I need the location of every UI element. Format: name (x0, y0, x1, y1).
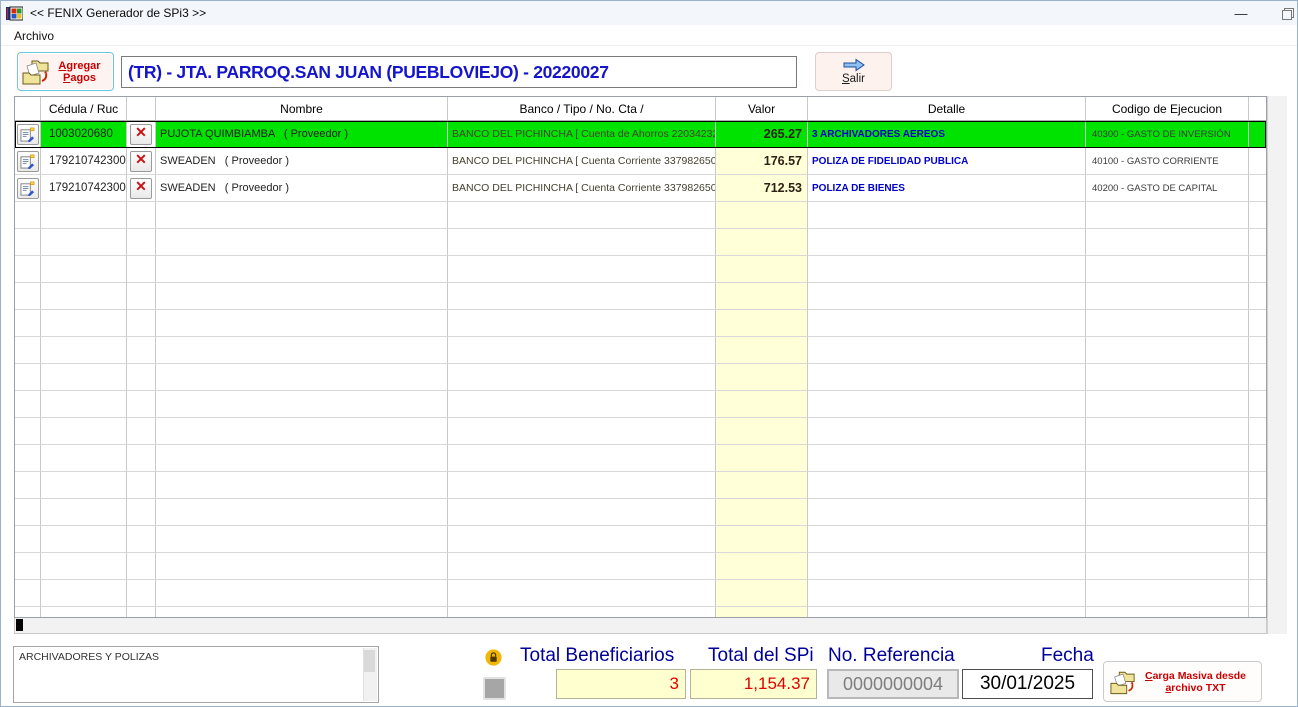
edit-form-icon (20, 181, 35, 196)
header-cedula: Cédula / Ruc (41, 97, 127, 121)
empty-row (15, 283, 1266, 310)
cell-banco: BANCO DEL PICHINCHA [ Cuenta de Ahorros … (448, 121, 716, 148)
total-spi-value: 1,154.37 (690, 669, 817, 699)
salir-label: Salir (841, 73, 865, 85)
edit-form-icon (20, 127, 35, 142)
cell-nombre: SWEADEN ( Proveedor ) (156, 148, 448, 175)
cell-nombre: PUJOTA QUIMBIAMBA ( Proveedor ) (156, 121, 448, 148)
cell-valor: 176.57 (716, 148, 808, 175)
table-row[interactable]: 1792107423001 ✕ SWEADEN ( Proveedor ) BA… (15, 175, 1266, 202)
cell-detalle: POLIZA DE BIENES (808, 175, 1086, 202)
empty-row (15, 337, 1266, 364)
empty-row (15, 202, 1266, 229)
payments-table: Cédula / Ruc Nombre Banco / Tipo / No. C… (14, 96, 1267, 618)
total-beneficiarios-label: Total Beneficiarios (520, 645, 675, 666)
app-icon (6, 6, 23, 20)
cell-banco: BANCO DEL PICHINCHA [ Cuenta Corriente 3… (448, 175, 716, 202)
carga-masiva-label: Carga Masiva desde archivo TXT (1145, 669, 1246, 694)
edit-row-button[interactable] (16, 150, 39, 172)
table-header-row: Cédula / Ruc Nombre Banco / Tipo / No. C… (15, 97, 1266, 121)
agregar-pagos-label: Agregar Pagos (58, 59, 101, 84)
header-banco: Banco / Tipo / No. Cta / (448, 97, 716, 121)
header-filler (1249, 97, 1266, 121)
salir-button[interactable]: Salir (815, 52, 892, 91)
empty-row (15, 472, 1266, 499)
comments-textarea[interactable]: ARCHIVADORES Y POLIZAS (13, 646, 379, 703)
no-referencia-field: 0000000004 (827, 669, 959, 699)
add-payments-folder-icon (22, 60, 49, 85)
edit-form-icon (20, 154, 35, 169)
empty-row (15, 499, 1266, 526)
header-delete-col (127, 97, 156, 121)
cell-detalle: POLIZA DE FIDELIDAD PUBLICA (808, 148, 1086, 175)
fecha-field[interactable]: 30/01/2025 (962, 669, 1093, 699)
empty-row (15, 364, 1266, 391)
header-nombre: Nombre (156, 97, 448, 121)
cell-detalle: 3 ARCHIVADORES AEREOS (808, 121, 1086, 148)
carga-masiva-button[interactable]: Carga Masiva desde archivo TXT (1103, 661, 1262, 702)
cell-codigo: 40200 - GASTO DE CAPITAL (1086, 175, 1249, 202)
delete-row-button[interactable]: ✕ (130, 150, 152, 172)
window-title: << FENIX Generador de SPi3 >> (30, 6, 207, 20)
empty-row (15, 553, 1266, 580)
empty-row (15, 256, 1266, 283)
empty-row (15, 310, 1266, 337)
empty-row (15, 391, 1266, 418)
no-referencia-label: No. Referencia (828, 645, 955, 666)
status-square[interactable] (483, 677, 506, 700)
restore-icon (1282, 8, 1294, 20)
empty-row (15, 607, 1266, 617)
horizontal-scrollbar[interactable] (14, 618, 1267, 634)
table-row[interactable]: 1003020680 ✕ PUJOTA QUIMBIAMBA ( Proveed… (15, 121, 1266, 148)
header-valor: Valor (716, 97, 808, 121)
horizontal-scrollbar-thumb[interactable] (16, 619, 23, 631)
empty-row (15, 418, 1266, 445)
comments-text: ARCHIVADORES Y POLIZAS (19, 651, 160, 663)
cell-cedula: 1792107423001 (41, 175, 127, 202)
beneficiary-input[interactable] (121, 56, 797, 88)
cell-valor: 712.53 (716, 175, 808, 202)
cell-banco: BANCO DEL PICHINCHA [ Cuenta Corriente 3… (448, 148, 716, 175)
header-codigo: Codigo de Ejecucion (1086, 97, 1249, 121)
fecha-label: Fecha (1041, 645, 1094, 666)
agregar-pagos-button[interactable]: Agregar Pagos (17, 52, 114, 91)
cell-cedula: 1792107423001 (41, 148, 127, 175)
empty-row (15, 580, 1266, 607)
restore-button[interactable] (1265, 1, 1297, 25)
edit-row-button[interactable] (16, 123, 39, 145)
cell-nombre: SWEADEN ( Proveedor ) (156, 175, 448, 202)
empty-row (15, 229, 1266, 256)
header-detalle: Detalle (808, 97, 1086, 121)
table-row[interactable]: 1792107423001 ✕ SWEADEN ( Proveedor ) BA… (15, 148, 1266, 175)
comments-scrollbar[interactable] (363, 648, 377, 701)
menu-bar: Archivo (1, 25, 1297, 46)
empty-row (15, 526, 1266, 553)
total-spi-label: Total del SPi (708, 645, 814, 666)
delete-row-button[interactable]: ✕ (130, 177, 152, 199)
empty-row (15, 445, 1266, 472)
lock-icon (485, 649, 502, 666)
bulk-load-folder-icon (1110, 671, 1135, 694)
delete-row-button[interactable]: ✕ (130, 123, 152, 145)
header-edit-col (15, 97, 41, 121)
cell-codigo: 40300 - GASTO DE INVERSIÓN (1086, 121, 1249, 148)
cell-cedula: 1003020680 (41, 121, 127, 148)
edit-row-button[interactable] (16, 177, 39, 199)
menu-archivo[interactable]: Archivo (10, 28, 58, 44)
total-beneficiarios-value: 3 (556, 669, 686, 699)
cell-valor: 265.27 (716, 121, 808, 148)
cell-codigo: 40100 - GASTO CORRIENTE (1086, 148, 1249, 175)
exit-arrow-icon (843, 58, 865, 72)
title-bar: << FENIX Generador de SPi3 >> — (1, 1, 1297, 25)
vertical-scrollbar[interactable] (1267, 96, 1287, 634)
app-window: << FENIX Generador de SPi3 >> — Archivo … (0, 0, 1298, 707)
minimize-button[interactable]: — (1219, 1, 1263, 25)
